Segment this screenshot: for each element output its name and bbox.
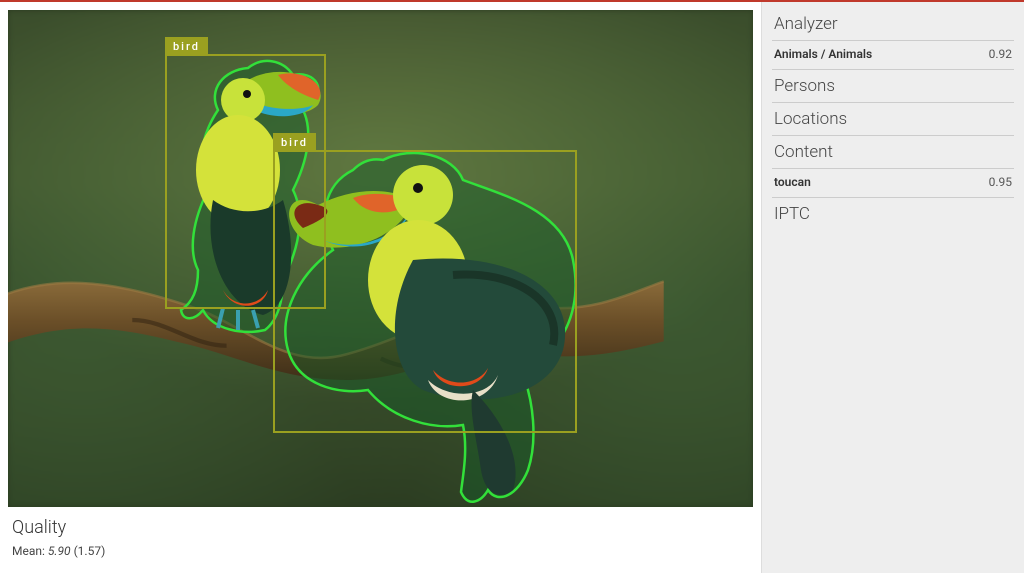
quality-mean-value: 5.90 <box>48 544 71 558</box>
quality-title: Quality <box>12 517 749 538</box>
section-content[interactable]: Content <box>772 136 1014 169</box>
section-locations[interactable]: Locations <box>772 103 1014 136</box>
sidebar: Analyzer Animals / Animals 0.92 Persons … <box>761 2 1024 573</box>
section-content-title: Content <box>772 136 1014 168</box>
main-panel: bird bird Quality Mean: 5.90 (1.57) <box>0 2 761 573</box>
section-persons-title: Persons <box>772 70 1014 102</box>
content-row[interactable]: toucan 0.95 <box>772 169 1014 198</box>
section-iptc[interactable]: IPTC <box>772 198 1014 230</box>
analyzer-row-score: 0.92 <box>989 47 1012 61</box>
section-iptc-title: IPTC <box>772 198 1014 230</box>
quality-mean-label: Mean: <box>12 544 45 558</box>
analyzer-row-label: Animals / Animals <box>774 47 872 61</box>
quality-mean-line: Mean: 5.90 (1.57) <box>12 544 749 558</box>
quality-panel: Quality Mean: 5.90 (1.57) <box>8 507 753 562</box>
app-root: bird bird Quality Mean: 5.90 (1.57) Anal… <box>0 2 1024 573</box>
detection-box-2[interactable]: bird <box>273 150 577 433</box>
section-analyzer[interactable]: Analyzer <box>772 8 1014 41</box>
detection-label-1: bird <box>165 37 208 56</box>
section-persons[interactable]: Persons <box>772 70 1014 103</box>
content-row-score: 0.95 <box>989 175 1012 189</box>
content-row-label: toucan <box>774 175 811 189</box>
section-analyzer-title: Analyzer <box>772 8 1014 40</box>
section-locations-title: Locations <box>772 103 1014 135</box>
analyzer-row[interactable]: Animals / Animals 0.92 <box>772 41 1014 70</box>
image-viewer[interactable]: bird bird <box>8 10 753 507</box>
quality-mean-std: (1.57) <box>74 544 106 558</box>
detection-label-2: bird <box>273 133 316 152</box>
